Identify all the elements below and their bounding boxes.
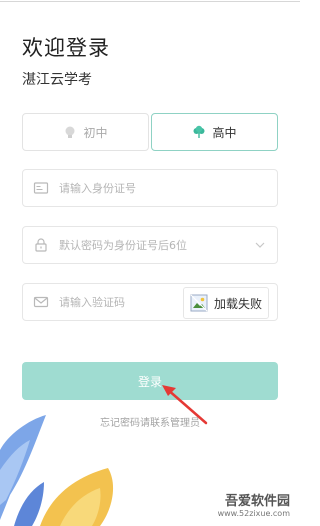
tab-senior-high[interactable]: 高中: [151, 113, 278, 151]
password-placeholder: 默认密码为身份证号后6位: [59, 239, 187, 252]
lightbulb-icon: [65, 126, 75, 138]
tab-junior-high[interactable]: 初中: [22, 113, 149, 151]
envelope-icon: [33, 296, 49, 308]
lock-icon: [35, 238, 47, 252]
top-edge: [0, 1, 300, 2]
watermark-text: 吾爱软件园: [224, 494, 290, 509]
captcha-fail-text: 加载失败: [213, 296, 262, 311]
verification-code-field[interactable]: 请输入验证码 加载失败: [22, 283, 278, 321]
watermark: 吾爱软件园 www.52zixue.com: [218, 490, 290, 518]
login-button[interactable]: 登录: [22, 362, 278, 400]
login-button-label: 登录: [137, 374, 162, 389]
broken-image-icon: [190, 294, 208, 312]
app-name: 湛江云学考: [22, 72, 92, 88]
tab-junior-high-label: 初中: [83, 125, 108, 140]
page-title: 欢迎登录: [22, 36, 110, 60]
tab-senior-high-label: 高中: [212, 125, 237, 140]
grade-selector: 初中 高中: [22, 113, 278, 151]
password-field[interactable]: 默认密码为身份证号后6位: [22, 226, 278, 264]
cloud-tree-icon: [193, 125, 205, 138]
id-card-icon: [33, 182, 49, 194]
id-number-placeholder: 请输入身份证号: [59, 182, 136, 195]
chevron-down-icon[interactable]: [255, 240, 265, 250]
watermark-url: www.52zixue.com: [217, 509, 290, 518]
forgot-password-text: 忘记密码请联系管理员: [100, 418, 200, 429]
id-number-field[interactable]: 请输入身份证号: [22, 169, 278, 207]
captcha-image[interactable]: 加载失败: [182, 287, 269, 319]
